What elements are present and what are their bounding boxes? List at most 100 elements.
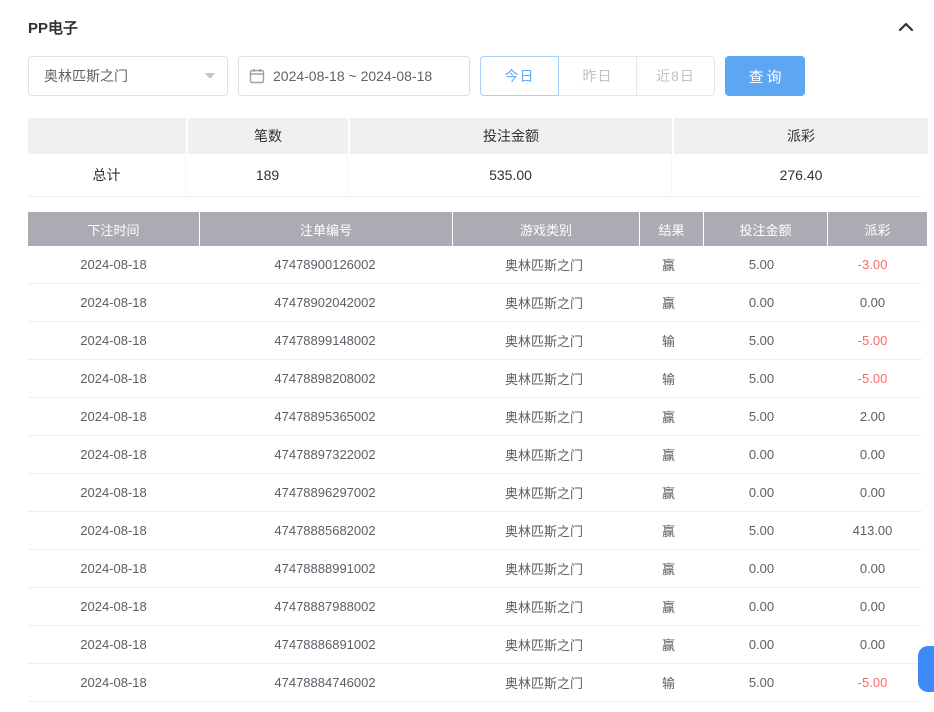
- summary-total-bet-amount: 535.00: [350, 154, 672, 196]
- query-button[interactable]: 查询: [725, 56, 805, 96]
- cell-time: 2024-08-18: [28, 626, 199, 663]
- cell-payout: 0.00: [823, 550, 922, 587]
- date-range-input[interactable]: 2024-08-18 ~ 2024-08-18: [238, 56, 470, 96]
- table-row: 2024-08-18 47478887988002 奥林匹斯之门 赢 0.00 …: [28, 588, 922, 626]
- cell-result: 赢: [637, 246, 700, 283]
- game-select-value: 奥林匹斯之门: [44, 66, 128, 86]
- cell-result: 赢: [637, 550, 700, 587]
- cell-bet-no: 47478896297002: [199, 474, 451, 511]
- cell-result: 赢: [637, 284, 700, 321]
- col-header-bet-no: 注单编号: [200, 212, 452, 246]
- col-header-amount: 投注金额: [704, 212, 827, 246]
- cell-time: 2024-08-18: [28, 550, 199, 587]
- cell-game: 奥林匹斯之门: [451, 322, 637, 359]
- cell-amount: 5.00: [700, 398, 823, 435]
- date-range-value: 2024-08-18 ~ 2024-08-18: [273, 68, 432, 84]
- cell-amount: 5.00: [700, 664, 823, 701]
- cell-amount: 5.00: [700, 512, 823, 549]
- cell-payout: 0.00: [823, 284, 922, 321]
- summary-header-count: 笔数: [188, 118, 348, 154]
- cell-payout: -3.00: [823, 246, 922, 283]
- panel-header: PP电子: [0, 0, 934, 40]
- cell-game: 奥林匹斯之门: [451, 474, 637, 511]
- game-select[interactable]: 奥林匹斯之门: [28, 56, 228, 96]
- col-header-result: 结果: [640, 212, 703, 246]
- bet-table-body: 2024-08-18 47478900126002 奥林匹斯之门 赢 5.00 …: [28, 246, 922, 702]
- summary-total-payout: 276.40: [674, 154, 928, 196]
- cell-amount: 0.00: [700, 588, 823, 625]
- cell-time: 2024-08-18: [28, 474, 199, 511]
- cell-bet-no: 47478887988002: [199, 588, 451, 625]
- cell-game: 奥林匹斯之门: [451, 436, 637, 473]
- cell-amount: 0.00: [700, 436, 823, 473]
- cell-time: 2024-08-18: [28, 512, 199, 549]
- cell-game: 奥林匹斯之门: [451, 664, 637, 701]
- cell-result: 赢: [637, 398, 700, 435]
- cell-game: 奥林匹斯之门: [451, 398, 637, 435]
- cell-bet-no: 47478895365002: [199, 398, 451, 435]
- quick-button-last8days[interactable]: 近8日: [636, 56, 715, 96]
- chevron-down-icon: [205, 73, 215, 79]
- table-row: 2024-08-18 47478895365002 奥林匹斯之门 赢 5.00 …: [28, 398, 922, 436]
- cell-result: 赢: [637, 474, 700, 511]
- bet-table-header: 下注时间 注单编号 游戏类别 结果 投注金额 派彩: [28, 212, 922, 246]
- chevron-up-icon[interactable]: [898, 21, 914, 33]
- cell-game: 奥林匹斯之门: [451, 588, 637, 625]
- calendar-icon: [249, 68, 265, 84]
- col-header-payout: 派彩: [828, 212, 927, 246]
- summary-header-blank: [28, 118, 186, 154]
- table-row: 2024-08-18 47478888991002 奥林匹斯之门 赢 0.00 …: [28, 550, 922, 588]
- cell-result: 赢: [637, 588, 700, 625]
- table-row: 2024-08-18 47478886891002 奥林匹斯之门 赢 0.00 …: [28, 626, 922, 664]
- col-header-game: 游戏类别: [453, 212, 639, 246]
- summary-total-label: 总计: [28, 154, 186, 196]
- cell-result: 赢: [637, 512, 700, 549]
- table-row: 2024-08-18 47478896297002 奥林匹斯之门 赢 0.00 …: [28, 474, 922, 512]
- cell-result: 赢: [637, 436, 700, 473]
- cell-amount: 5.00: [700, 246, 823, 283]
- bet-table: 下注时间 注单编号 游戏类别 结果 投注金额 派彩 2024-08-18 474…: [28, 212, 922, 702]
- cell-payout: 0.00: [823, 626, 922, 663]
- cell-payout: 413.00: [823, 512, 922, 549]
- cell-amount: 0.00: [700, 284, 823, 321]
- quick-button-yesterday[interactable]: 昨日: [558, 56, 637, 96]
- cell-payout: -5.00: [823, 664, 922, 701]
- table-row: 2024-08-18 47478899148002 奥林匹斯之门 输 5.00 …: [28, 322, 922, 360]
- table-row: 2024-08-18 47478897322002 奥林匹斯之门 赢 0.00 …: [28, 436, 922, 474]
- cell-time: 2024-08-18: [28, 664, 199, 701]
- cell-bet-no: 47478888991002: [199, 550, 451, 587]
- table-row: 2024-08-18 47478884746002 奥林匹斯之门 输 5.00 …: [28, 664, 922, 702]
- quick-button-today[interactable]: 今日: [480, 56, 559, 96]
- cell-amount: 5.00: [700, 360, 823, 397]
- cell-game: 奥林匹斯之门: [451, 550, 637, 587]
- cell-payout: -5.00: [823, 360, 922, 397]
- cell-payout: 0.00: [823, 474, 922, 511]
- cell-bet-no: 47478885682002: [199, 512, 451, 549]
- cell-bet-no: 47478898208002: [199, 360, 451, 397]
- cell-bet-no: 47478900126002: [199, 246, 451, 283]
- cell-game: 奥林匹斯之门: [451, 626, 637, 663]
- cell-bet-no: 47478884746002: [199, 664, 451, 701]
- summary-header-payout: 派彩: [674, 118, 928, 154]
- report-panel: PP电子 奥林匹斯之门 2024-08-18 ~ 2024-08-18 今日 昨…: [0, 0, 934, 712]
- panel-title: PP电子: [28, 17, 78, 38]
- cell-amount: 0.00: [700, 550, 823, 587]
- col-header-time: 下注时间: [28, 212, 199, 246]
- cell-time: 2024-08-18: [28, 322, 199, 359]
- cell-amount: 0.00: [700, 474, 823, 511]
- cell-time: 2024-08-18: [28, 246, 199, 283]
- filter-row: 奥林匹斯之门 2024-08-18 ~ 2024-08-18 今日 昨日 近8日…: [28, 56, 934, 96]
- cell-result: 输: [637, 664, 700, 701]
- table-row: 2024-08-18 47478885682002 奥林匹斯之门 赢 5.00 …: [28, 512, 922, 550]
- cell-payout: 0.00: [823, 588, 922, 625]
- floating-action-button[interactable]: [918, 646, 934, 692]
- cell-time: 2024-08-18: [28, 284, 199, 321]
- cell-time: 2024-08-18: [28, 398, 199, 435]
- summary-header-bet-amount: 投注金额: [350, 118, 672, 154]
- cell-payout: 0.00: [823, 436, 922, 473]
- summary-total-count: 189: [188, 154, 348, 196]
- cell-bet-no: 47478886891002: [199, 626, 451, 663]
- summary-header-row: 笔数 投注金额 派彩: [28, 118, 922, 154]
- cell-bet-no: 47478902042002: [199, 284, 451, 321]
- quick-range-group: 今日 昨日 近8日: [480, 56, 715, 96]
